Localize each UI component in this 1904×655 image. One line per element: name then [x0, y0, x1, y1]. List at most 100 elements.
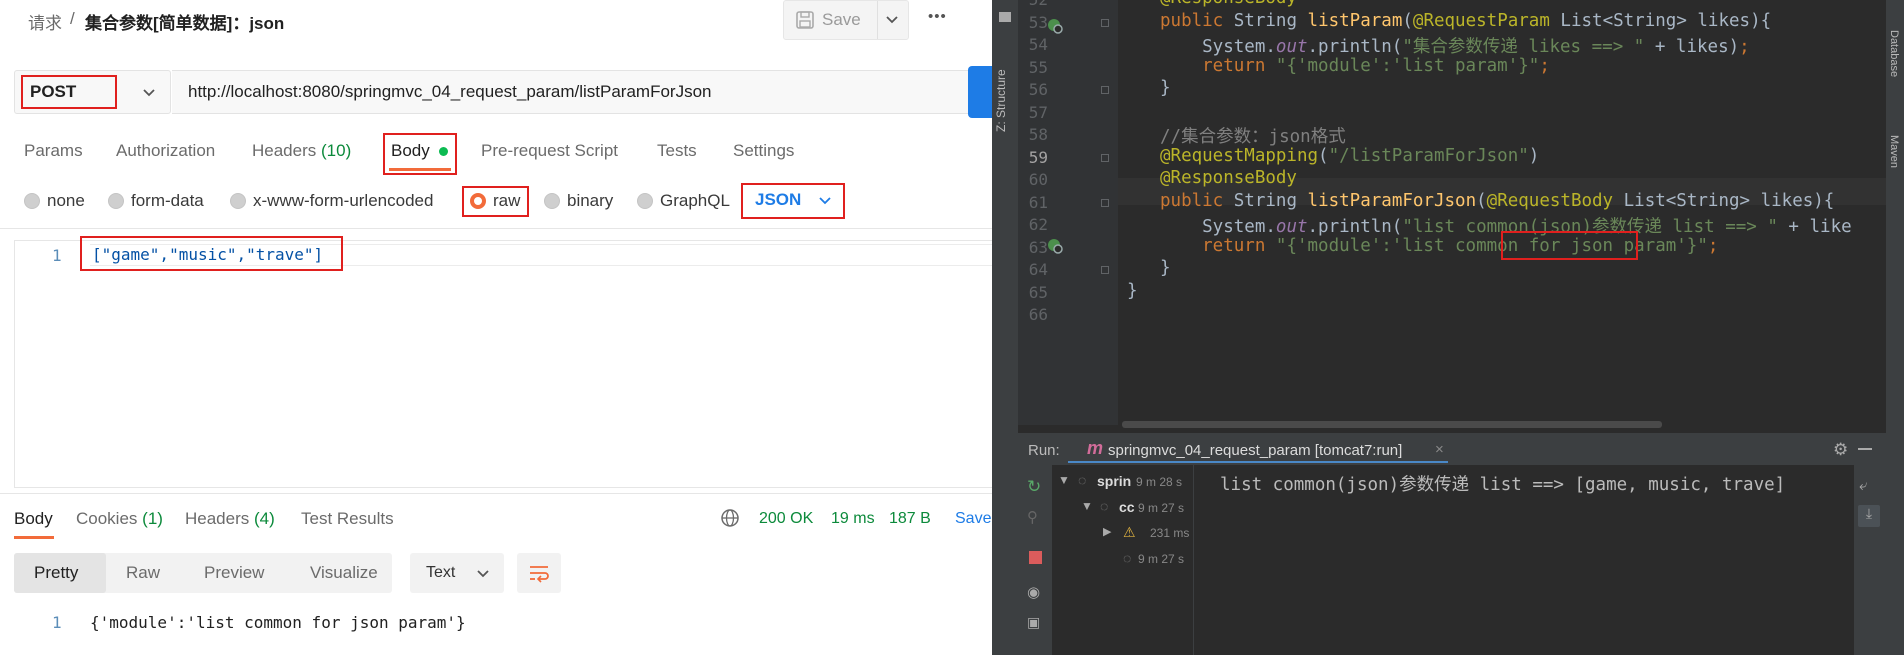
- response-tab-body[interactable]: Body: [14, 509, 53, 529]
- tree-expand-icon[interactable]: ▼: [1058, 473, 1070, 487]
- radio-binary[interactable]: binary: [544, 190, 613, 212]
- response-tab-headers[interactable]: Headers (4): [185, 509, 275, 529]
- tree-item-time: 9 m 27 s: [1138, 501, 1185, 515]
- code-token: List<String> likes){: [1560, 10, 1772, 31]
- radio-urlencoded[interactable]: x-www-form-urlencoded: [230, 190, 433, 212]
- tab-headers[interactable]: Headers (10): [252, 141, 351, 161]
- bean-method-icon[interactable]: [1046, 17, 1064, 40]
- fold-marker-icon[interactable]: [1101, 18, 1109, 27]
- line-number: 61: [1028, 192, 1048, 212]
- tree-expand-icon[interactable]: ▼: [1081, 499, 1093, 513]
- tab-headers-count: (10): [321, 141, 352, 160]
- database-tool-tab[interactable]: Database: [1888, 30, 1900, 100]
- code-token: }: [1160, 258, 1171, 278]
- radio-raw[interactable]: raw: [470, 190, 520, 212]
- fold-marker-icon[interactable]: [1101, 153, 1109, 162]
- breadcrumb-separator: /: [70, 9, 75, 28]
- radio-form-data[interactable]: form-data: [108, 190, 204, 212]
- method-label: POST: [30, 82, 77, 101]
- tree-item-label[interactable]: sprin: [1097, 473, 1131, 489]
- horizontal-scrollbar[interactable]: [1122, 421, 1662, 428]
- scroll-to-end-icon[interactable]: ⤓: [1858, 505, 1880, 527]
- response-size[interactable]: 187 B: [889, 510, 931, 528]
- wrap-lines-button[interactable]: [517, 553, 561, 593]
- format-select[interactable]: JSON: [755, 190, 832, 210]
- minimize-icon[interactable]: [1858, 448, 1872, 450]
- tab-tests[interactable]: Tests: [657, 141, 697, 161]
- method-chevron-icon: [142, 86, 156, 105]
- fold-marker-icon[interactable]: [1101, 266, 1109, 274]
- url-text: http://localhost:8080/springmvc_04_reque…: [188, 82, 712, 101]
- code-token: + like: [1788, 217, 1852, 237]
- code-token: "/listParamForJson": [1328, 145, 1529, 166]
- maven-tool-tab[interactable]: Maven: [1888, 135, 1900, 185]
- tab-params[interactable]: Params: [24, 141, 83, 161]
- line-number: 56: [1028, 80, 1048, 99]
- code-token: String: [1233, 190, 1308, 211]
- code-line: }: [1127, 281, 1138, 301]
- code-line: public String listParam(@RequestParam Li…: [1160, 11, 1771, 31]
- line-number: 54: [1028, 35, 1048, 54]
- run-tree-divider: [1193, 465, 1194, 655]
- view-pretty-button[interactable]: Pretty: [34, 563, 78, 583]
- request-body-editor[interactable]: [14, 240, 992, 488]
- rerun-icon[interactable]: ↻: [1027, 477, 1041, 497]
- more-options-button[interactable]: •••: [928, 8, 947, 25]
- globe-icon[interactable]: [720, 508, 740, 533]
- line-number: 59: [1028, 147, 1048, 167]
- run-config-tab[interactable]: springmvc_04_request_param [tomcat7:run]: [1108, 442, 1402, 459]
- breadcrumb-parent[interactable]: 请求: [28, 9, 62, 34]
- view-preview-button[interactable]: Preview: [204, 563, 264, 583]
- save-divider: [877, 1, 878, 39]
- code-token: return: [1160, 55, 1276, 76]
- response-tab-cookies[interactable]: Cookies (1): [76, 509, 163, 529]
- response-tab-test-results[interactable]: Test Results: [301, 509, 394, 529]
- tab-authorization[interactable]: Authorization: [116, 141, 215, 161]
- request-title[interactable]: 集合参数[简单数据]：json: [85, 9, 284, 34]
- tree-spinner-icon: ◌: [1100, 498, 1109, 514]
- code-token: public: [1160, 190, 1234, 211]
- line-number: 60: [1028, 170, 1048, 189]
- send-button[interactable]: [968, 66, 992, 118]
- code-token: out: [1275, 37, 1308, 57]
- code-token: + likes): [1654, 37, 1740, 57]
- url-input[interactable]: http://localhost:8080/springmvc_04_reque…: [172, 70, 972, 114]
- save-response-button[interactable]: Save: [955, 510, 991, 528]
- status-code[interactable]: 200 OK: [759, 510, 813, 528]
- save-button[interactable]: Save: [822, 10, 861, 30]
- code-token: @RequestParam: [1412, 10, 1561, 31]
- run-tab-underline: [1068, 461, 1448, 463]
- pin-icon[interactable]: ⚲: [1027, 508, 1038, 526]
- stop-icon[interactable]: [1029, 551, 1042, 564]
- save-dropdown-chevron-icon[interactable]: [885, 13, 899, 32]
- view-visualize-button[interactable]: Visualize: [310, 563, 378, 583]
- tab-settings[interactable]: Settings: [733, 141, 794, 161]
- fold-marker-icon[interactable]: [1101, 86, 1109, 94]
- tab-body[interactable]: Body: [391, 141, 449, 161]
- camera-icon[interactable]: ▣: [1027, 614, 1040, 631]
- console-output: list common(json)参数传递 list ==> [game, mu…: [1220, 475, 1786, 495]
- gear-icon[interactable]: ⚙: [1833, 440, 1848, 460]
- fold-marker-icon[interactable]: [1101, 198, 1109, 207]
- tab-headers-label: Headers: [252, 141, 317, 160]
- tab-pre-request-script[interactable]: Pre-request Script: [481, 141, 618, 161]
- code-token: ;: [1539, 55, 1550, 76]
- code-token: ;: [1707, 235, 1719, 256]
- postman-panel: 请求 / 集合参数[简单数据]：json Save ••• POST http:…: [0, 0, 992, 655]
- tree-item-label[interactable]: cc: [1119, 499, 1135, 515]
- code-token: @RequestBody: [1486, 190, 1614, 211]
- method-select[interactable]: POST: [14, 70, 171, 114]
- tree-collapse-icon[interactable]: ▶: [1103, 525, 1111, 538]
- radio-none[interactable]: none: [24, 190, 85, 212]
- close-icon[interactable]: ×: [1435, 441, 1444, 458]
- line-number: 66: [1028, 305, 1048, 324]
- radio-graphql[interactable]: GraphQL: [637, 190, 730, 212]
- bean-method-icon[interactable]: [1046, 237, 1064, 260]
- response-format-select[interactable]: Text: [410, 553, 504, 593]
- eye-icon[interactable]: ◉: [1027, 583, 1040, 601]
- response-time[interactable]: 19 ms: [831, 510, 875, 528]
- radio-dot: [637, 193, 653, 209]
- soft-wrap-icon[interactable]: ⤶: [1859, 477, 1867, 494]
- code-token: .println(: [1307, 37, 1403, 57]
- view-raw-button[interactable]: Raw: [126, 563, 160, 583]
